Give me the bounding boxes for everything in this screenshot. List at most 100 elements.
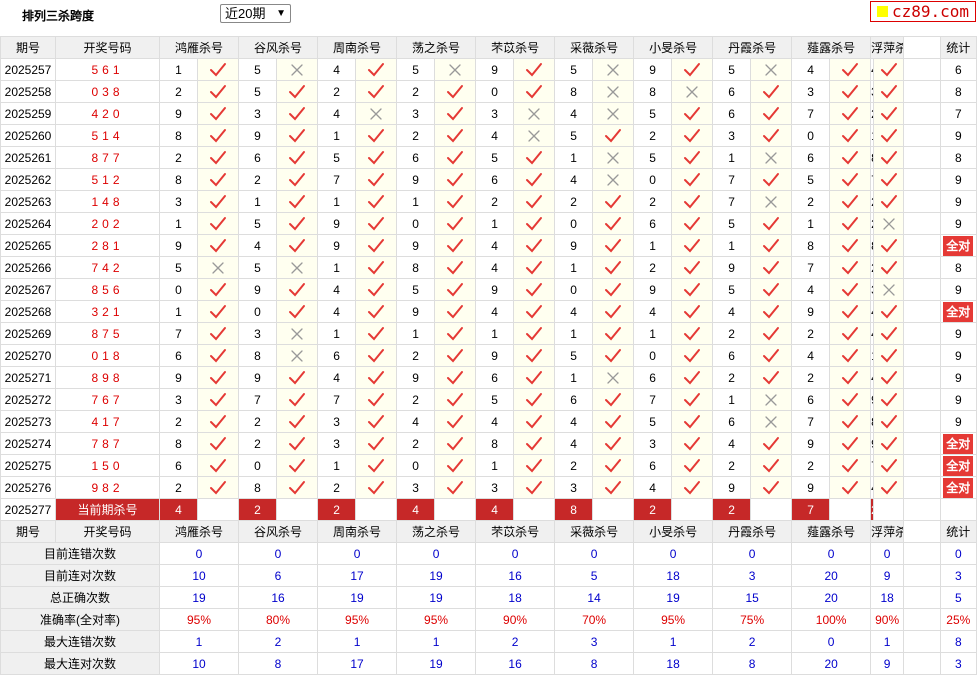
summary-value: 17 <box>317 564 398 587</box>
hit-mark <box>355 476 398 499</box>
kill-number: 1 <box>791 212 831 235</box>
hit-mark <box>513 146 556 169</box>
hit-mark <box>829 278 872 301</box>
summary-value: 19 <box>396 564 477 587</box>
check-icon <box>368 260 385 274</box>
stat-cell: 9 <box>939 388 977 411</box>
check-icon <box>289 458 306 472</box>
summary-value: 17 <box>317 652 398 675</box>
hit-mark <box>750 410 793 433</box>
current-kill: 7 <box>791 498 831 521</box>
row-spacer <box>903 652 941 675</box>
hit-mark <box>750 322 793 345</box>
kill-number: 9 <box>396 366 436 389</box>
check-icon <box>447 106 464 120</box>
hit-mark <box>873 410 905 433</box>
hit-mark <box>873 168 905 191</box>
header-expert: 芣苡杀号 <box>475 36 556 59</box>
header-expert: 小旻杀号 <box>633 520 714 543</box>
stat-cell: 7 <box>939 102 977 125</box>
check-icon <box>763 304 780 318</box>
check-icon <box>880 326 897 340</box>
current-stat <box>939 498 977 521</box>
check-icon <box>842 282 859 296</box>
stat-cell: 9 <box>939 322 977 345</box>
kill-number: 4 <box>712 300 752 323</box>
row-spacer <box>903 366 941 389</box>
kill-number: 0 <box>396 454 436 477</box>
hit-mark <box>276 476 319 499</box>
cross-icon <box>765 393 777 406</box>
draw-number: 787 <box>55 432 160 455</box>
summary-value: 95% <box>317 608 398 631</box>
period-cell: 2025263 <box>0 190 56 213</box>
check-icon <box>368 480 385 494</box>
check-icon <box>210 238 226 252</box>
kill-number: 0 <box>475 80 515 103</box>
check-icon <box>763 370 780 384</box>
stat-cell: 9 <box>939 366 977 389</box>
table-row: 202526420215901065129 <box>0 212 977 235</box>
summary-value: 90% <box>870 608 905 631</box>
hit-mark <box>829 432 872 455</box>
summary-label: 目前连对次数 <box>0 564 160 587</box>
kill-number: 8 <box>238 344 278 367</box>
stat-cell: 9 <box>939 344 977 367</box>
summary-value: 16 <box>475 564 556 587</box>
kill-number: 2 <box>712 366 752 389</box>
header-expert: 浮萍杀号 <box>870 520 905 543</box>
row-spacer <box>903 542 941 565</box>
kill-number: 0 <box>554 212 594 235</box>
kill-number: 4 <box>712 432 752 455</box>
check-icon <box>684 150 701 164</box>
kill-number: 2 <box>554 190 594 213</box>
kill-number: 0 <box>633 168 673 191</box>
current-row: 2025277当前期杀号4224482272 <box>0 498 977 521</box>
kill-number: 3 <box>159 190 198 213</box>
hit-mark <box>829 168 872 191</box>
period-cell: 2025268 <box>0 300 56 323</box>
kill-number: 5 <box>238 212 278 235</box>
table-row: 20252751506010126227全对 <box>0 454 977 477</box>
check-icon <box>447 348 464 362</box>
hit-mark <box>592 344 635 367</box>
kill-number: 5 <box>633 102 673 125</box>
hit-mark <box>434 454 477 477</box>
draw-number: 148 <box>55 190 160 213</box>
hit-mark <box>434 300 477 323</box>
hit-mark <box>873 234 905 257</box>
period-cell: 2025258 <box>0 80 56 103</box>
period-cell: 2025265 <box>0 234 56 257</box>
row-spacer <box>903 344 941 367</box>
summary-value: 2 <box>238 630 319 653</box>
check-icon <box>684 128 701 142</box>
check-icon <box>842 172 859 186</box>
kill-number: 2 <box>554 454 594 477</box>
check-icon <box>842 326 859 340</box>
table-row: 202527276737725671699 <box>0 388 977 411</box>
header-expert: 采薇杀号 <box>554 520 635 543</box>
summary-value: 20 <box>791 652 872 675</box>
kill-number: 6 <box>475 366 515 389</box>
kill-number: 4 <box>396 410 436 433</box>
header-expert: 谷风杀号 <box>238 520 319 543</box>
check-icon <box>605 260 622 274</box>
kill-number: 1 <box>554 146 594 169</box>
kill-number: 5 <box>475 146 515 169</box>
draw-number: 202 <box>55 212 160 235</box>
check-icon <box>447 260 464 274</box>
site-logo[interactable]: cz89.com <box>870 1 976 22</box>
check-icon <box>880 348 897 362</box>
kill-number: 9 <box>475 278 515 301</box>
check-icon <box>880 128 897 142</box>
hit-mark <box>873 454 905 477</box>
kill-number: 9 <box>475 58 515 81</box>
hit-mark <box>592 146 635 169</box>
logo-square <box>877 6 888 17</box>
check-icon <box>605 216 622 230</box>
range-select[interactable]: 近20期 ▼ <box>220 4 291 23</box>
header-expert: 薤露杀号 <box>791 36 872 59</box>
hit-mark <box>671 58 714 81</box>
cross-icon <box>291 63 303 76</box>
kill-number: 4 <box>554 410 594 433</box>
